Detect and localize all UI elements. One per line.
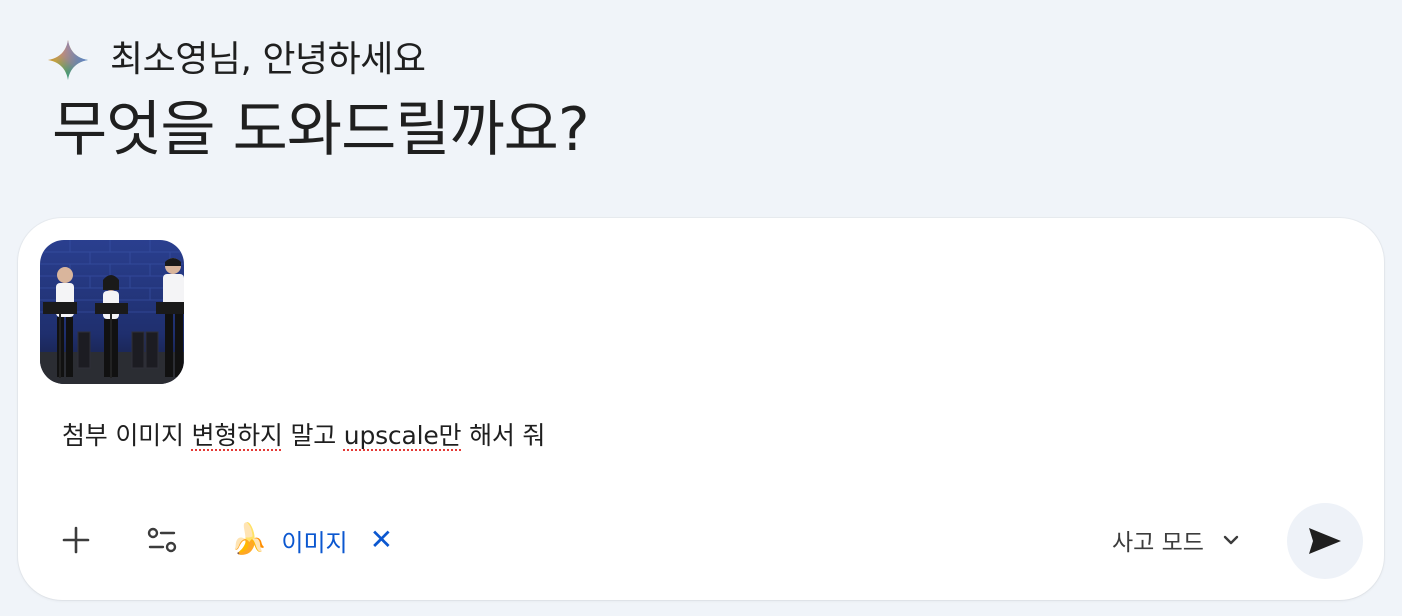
chevron-down-icon <box>1223 535 1239 545</box>
prompt-text-misspelled-1: 변형하지 <box>191 421 283 450</box>
greeting-text: 최소영님, 안녕하세요 <box>110 39 426 80</box>
add-attachment-button[interactable] <box>54 518 98 562</box>
gemini-home: 최소영님, 안녕하세요 무엇을 도와드릴까요? 첨부 이미지 변형하지 말고 u… <box>0 0 1402 616</box>
close-icon[interactable]: ✕ <box>370 526 393 554</box>
prompt-text-misspelled-2: upscale만 <box>343 421 462 450</box>
mode-label: 사고 모드 <box>1112 530 1204 556</box>
attached-image <box>40 240 184 384</box>
gemini-spark-icon <box>48 40 88 80</box>
prompt-card: 첨부 이미지 변형하지 말고 upscale만 해서 줘 🍌 이미지 ✕ 사고 … <box>18 218 1384 600</box>
tools-button[interactable] <box>140 518 184 562</box>
attached-image-thumbnail[interactable] <box>40 240 184 384</box>
thinking-mode-dropdown[interactable]: 사고 모드 <box>1112 518 1242 562</box>
plus-icon <box>62 526 90 554</box>
image-tool-chip[interactable]: 🍌 이미지 ✕ <box>230 518 393 562</box>
send-button[interactable] <box>1287 503 1363 579</box>
banana-icon: 🍌 <box>230 522 268 557</box>
image-tool-label: 이미지 <box>281 528 348 557</box>
tools-icon <box>147 527 177 553</box>
prompt-text-2: 말고 <box>282 421 344 450</box>
prompt-input[interactable]: 첨부 이미지 변형하지 말고 upscale만 해서 줘 <box>62 416 545 452</box>
prompt-text-1: 첨부 이미지 <box>62 421 192 450</box>
prompt-text-3: 해서 줘 <box>461 421 546 450</box>
page-title: 무엇을 도와드릴까요? <box>52 95 590 165</box>
send-icon <box>1309 528 1341 554</box>
greeting-row: 최소영님, 안녕하세요 <box>46 38 426 82</box>
